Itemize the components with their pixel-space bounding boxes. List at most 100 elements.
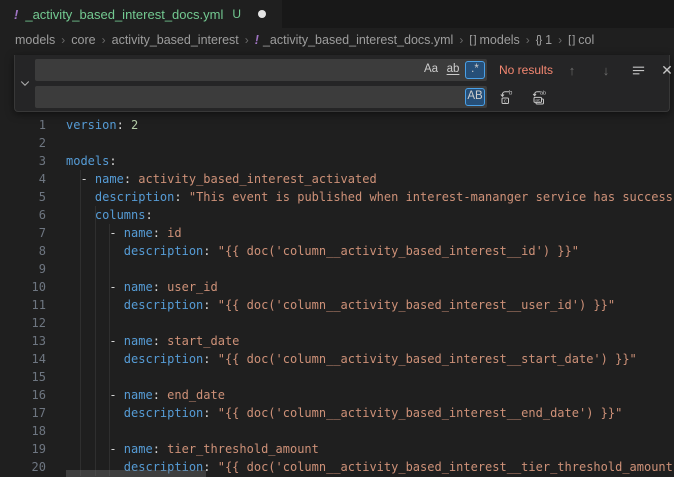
line-number: 14	[0, 350, 46, 368]
tab-bar: ! _activity_based_interest_docs.yml U	[0, 0, 674, 28]
breadcrumb-separator-icon: ›	[558, 33, 562, 47]
code-line-content: description: "{{ doc('column__activity_b…	[46, 242, 579, 260]
replace-input[interactable]: - name: $1\n description: "{{ doc('colum…	[35, 86, 487, 108]
code-line[interactable]: 9	[0, 260, 674, 278]
line-number: 2	[0, 134, 46, 152]
yaml-file-icon: !	[255, 33, 259, 47]
line-number: 4	[0, 170, 46, 188]
chevron-down-icon	[19, 77, 31, 89]
breadcrumb-label: models	[15, 33, 55, 47]
code-line[interactable]: 10 - name: user_id	[0, 278, 674, 296]
svg-text:ac: ac	[535, 98, 541, 103]
line-number: 17	[0, 404, 46, 422]
indent-guide	[109, 224, 110, 476]
whole-word-button[interactable]: ab	[443, 61, 463, 79]
breadcrumb-separator-icon: ›	[526, 33, 530, 47]
breadcrumb-separator-icon: ›	[102, 33, 106, 47]
code-line[interactable]: 1version: 2	[0, 116, 674, 134]
code-line[interactable]: 14 description: "{{ doc('column__activit…	[0, 350, 674, 368]
breadcrumb-label: col	[578, 33, 594, 47]
toggle-replace-button[interactable]	[15, 55, 34, 111]
code-line-content: - name: start_date	[46, 332, 239, 350]
line-number: 9	[0, 260, 46, 278]
code-line[interactable]: 13 - name: start_date	[0, 332, 674, 350]
code-area[interactable]: 1version: 223models:4 - name: activity_b…	[0, 52, 674, 476]
modified-dot-icon[interactable]	[258, 10, 266, 18]
code-line[interactable]: 6 columns:	[0, 206, 674, 224]
match-case-button[interactable]: Aa	[421, 61, 441, 79]
code-line[interactable]: 18	[0, 422, 674, 440]
code-line[interactable]: 12	[0, 314, 674, 332]
code-line[interactable]: 7 - name: id	[0, 224, 674, 242]
breadcrumb: models › core › activity_based_interest › !_ac…	[0, 28, 674, 52]
code-line-content: - name: user_id	[46, 278, 218, 296]
code-line[interactable]: 15	[0, 368, 674, 386]
line-number: 1	[0, 116, 46, 134]
code-line-content	[46, 260, 66, 278]
breadcrumb-separator-icon: ›	[61, 33, 65, 47]
line-number: 13	[0, 332, 46, 350]
breadcrumb-separator-icon: ›	[245, 33, 249, 47]
line-number: 18	[0, 422, 46, 440]
previous-match-button[interactable]: ↑	[561, 59, 583, 81]
find-replace-widget: \s{6}- name: (.*)\n description: "" Aa a…	[14, 55, 670, 112]
editor[interactable]: 1version: 223models:4 - name: activity_b…	[0, 52, 674, 477]
preserve-case-button[interactable]: AB	[465, 88, 485, 106]
code-line-content: version: 2	[46, 116, 138, 134]
breadcrumb-item[interactable]: models	[15, 33, 55, 47]
code-line[interactable]: 8 description: "{{ doc('column__activity…	[0, 242, 674, 260]
svg-text:c: c	[504, 98, 507, 104]
find-input[interactable]: \s{6}- name: (.*)\n description: "" Aa a…	[35, 59, 487, 81]
line-number: 10	[0, 278, 46, 296]
code-line-content	[46, 314, 66, 332]
close-button[interactable]: ✕	[656, 59, 674, 81]
code-line[interactable]: 11 description: "{{ doc('column__activit…	[0, 296, 674, 314]
code-line-content: - name: end_date	[46, 386, 225, 404]
code-line-content: description: "{{ doc('column__activity_b…	[46, 404, 622, 422]
code-line[interactable]: 19 - name: tier_threshold_amount	[0, 440, 674, 458]
code-line[interactable]: 4 - name: activity_based_interest_activa…	[0, 170, 674, 188]
breadcrumb-label: activity_based_interest	[112, 33, 239, 47]
code-line-content: - name: activity_based_interest_activate…	[46, 170, 377, 188]
breadcrumb-separator-icon: ›	[459, 33, 463, 47]
svg-text:b: b	[509, 91, 513, 97]
breadcrumb-item[interactable]: [ ] models	[469, 33, 519, 47]
editor-tab[interactable]: ! _activity_based_interest_docs.yml U	[0, 0, 282, 28]
symbol-array-icon: [ ]	[568, 34, 574, 46]
indent-guide	[80, 170, 81, 476]
breadcrumb-label: models	[480, 33, 520, 47]
replace-button[interactable]: b c	[496, 86, 518, 108]
code-line[interactable]: 5 description: "This event is published …	[0, 188, 674, 206]
symbol-array-icon: [ ]	[469, 34, 475, 46]
symbol-object-icon: {}	[536, 34, 541, 46]
horizontal-scrollbar[interactable]	[66, 470, 206, 477]
breadcrumb-item[interactable]: activity_based_interest	[112, 33, 239, 47]
breadcrumb-item[interactable]: !_activity_based_interest_docs.yml	[255, 33, 454, 47]
line-number: 19	[0, 440, 46, 458]
breadcrumb-item[interactable]: [ ] col	[568, 33, 594, 47]
replace-all-icon: ab ac	[531, 89, 547, 105]
find-in-selection-button[interactable]	[627, 59, 649, 81]
code-line[interactable]: 2	[0, 134, 674, 152]
replace-icon: b c	[499, 89, 515, 105]
replace-all-button[interactable]: ab ac	[528, 86, 550, 108]
breadcrumb-item[interactable]: core	[71, 33, 95, 47]
indent-guide	[95, 206, 96, 476]
code-line-content: - name: tier_threshold_amount	[46, 440, 319, 458]
breadcrumb-item[interactable]: {} 1	[536, 33, 552, 47]
code-line-content	[46, 134, 66, 152]
line-number: 12	[0, 314, 46, 332]
regex-button[interactable]: .*	[465, 61, 485, 79]
line-number: 8	[0, 242, 46, 260]
code-line[interactable]: 17 description: "{{ doc('column__activit…	[0, 404, 674, 422]
line-number: 15	[0, 368, 46, 386]
code-line-content: description: "{{ doc('column__activity_b…	[46, 350, 637, 368]
line-number: 20	[0, 458, 46, 476]
code-line[interactable]: 3models:	[0, 152, 674, 170]
svg-text:ab: ab	[540, 91, 546, 97]
tab-filename: _activity_based_interest_docs.yml	[25, 7, 223, 22]
code-line[interactable]: 16 - name: end_date	[0, 386, 674, 404]
code-line-content: description: "This event is published wh…	[46, 188, 674, 206]
next-match-button[interactable]: ↓	[595, 59, 617, 81]
breadcrumb-label: 1	[545, 33, 552, 47]
